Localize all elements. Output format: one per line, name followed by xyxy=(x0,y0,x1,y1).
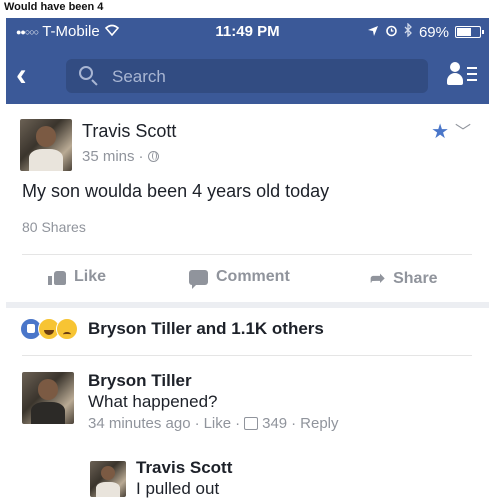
post-time[interactable]: 35 mins xyxy=(82,148,135,165)
share-arrow-icon: ➦ xyxy=(370,268,386,288)
thumbs-up-icon xyxy=(48,269,66,285)
back-chevron-icon[interactable]: ‹ xyxy=(16,55,27,93)
battery-level xyxy=(457,28,472,36)
battery-icon xyxy=(455,26,484,38)
shares-count[interactable]: 80 Shares xyxy=(22,219,86,235)
search-placeholder: Search xyxy=(112,67,166,86)
search-input[interactable]: Search xyxy=(66,59,428,93)
comment-like-button[interactable]: Like xyxy=(204,415,232,432)
chevron-down-icon[interactable]: ﹀ xyxy=(455,118,471,142)
like-button[interactable]: Like xyxy=(48,268,106,286)
comment-author-avatar[interactable] xyxy=(22,372,74,424)
divider xyxy=(22,355,472,356)
comment-icon xyxy=(189,269,208,289)
phone-screen: ●●○○○ T-Mobile 11:49 PM 69% ‹ Search Tra… xyxy=(6,18,489,498)
share-button[interactable]: ➦ Share xyxy=(370,268,438,289)
like-label: Like xyxy=(74,268,107,285)
comment-reply-button[interactable]: Reply xyxy=(300,415,338,432)
share-label: Share xyxy=(393,269,438,287)
reaction-summary[interactable]: Bryson Tiller and 1.1K others xyxy=(88,319,324,339)
image-caption: Would have been 4 xyxy=(4,1,104,13)
comment-label: Comment xyxy=(216,268,290,285)
status-bar: ●●○○○ T-Mobile 11:49 PM 69% xyxy=(6,18,489,46)
reaction-icons[interactable] xyxy=(20,318,82,340)
post-text: My son woulda been 4 years old today xyxy=(22,181,330,201)
reply-author-avatar[interactable] xyxy=(90,461,126,497)
search-icon xyxy=(79,66,93,80)
location-arrow-icon xyxy=(367,24,379,41)
divider xyxy=(22,254,472,255)
comment-like-count[interactable]: 349 xyxy=(262,415,287,432)
star-icon[interactable]: ★ xyxy=(431,119,449,144)
section-separator xyxy=(6,302,489,308)
thumbs-up-icon xyxy=(244,417,259,430)
post-author-avatar[interactable] xyxy=(20,119,72,171)
nav-bar: ‹ Search xyxy=(6,46,489,104)
comment-time: 34 minutes ago xyxy=(88,415,191,432)
reply-author-name[interactable]: Travis Scott xyxy=(136,458,232,478)
alarm-icon xyxy=(385,24,398,41)
reply-text: I pulled out xyxy=(136,479,220,498)
bluetooth-icon xyxy=(404,22,413,41)
globe-icon xyxy=(147,151,159,162)
post-meta: 35 mins · xyxy=(82,148,159,165)
comment-meta: 34 minutes ago · Like · 349 · Reply xyxy=(88,415,339,432)
friend-requests-icon[interactable] xyxy=(447,62,477,88)
battery-percent: 69% xyxy=(418,23,449,41)
comment-button[interactable]: Comment xyxy=(189,268,290,289)
post-author-name[interactable]: Travis Scott xyxy=(82,121,176,142)
comment-author-name[interactable]: Bryson Tiller xyxy=(88,371,192,391)
comment-text: What happened? xyxy=(88,392,218,411)
sad-reaction-icon xyxy=(56,318,78,340)
